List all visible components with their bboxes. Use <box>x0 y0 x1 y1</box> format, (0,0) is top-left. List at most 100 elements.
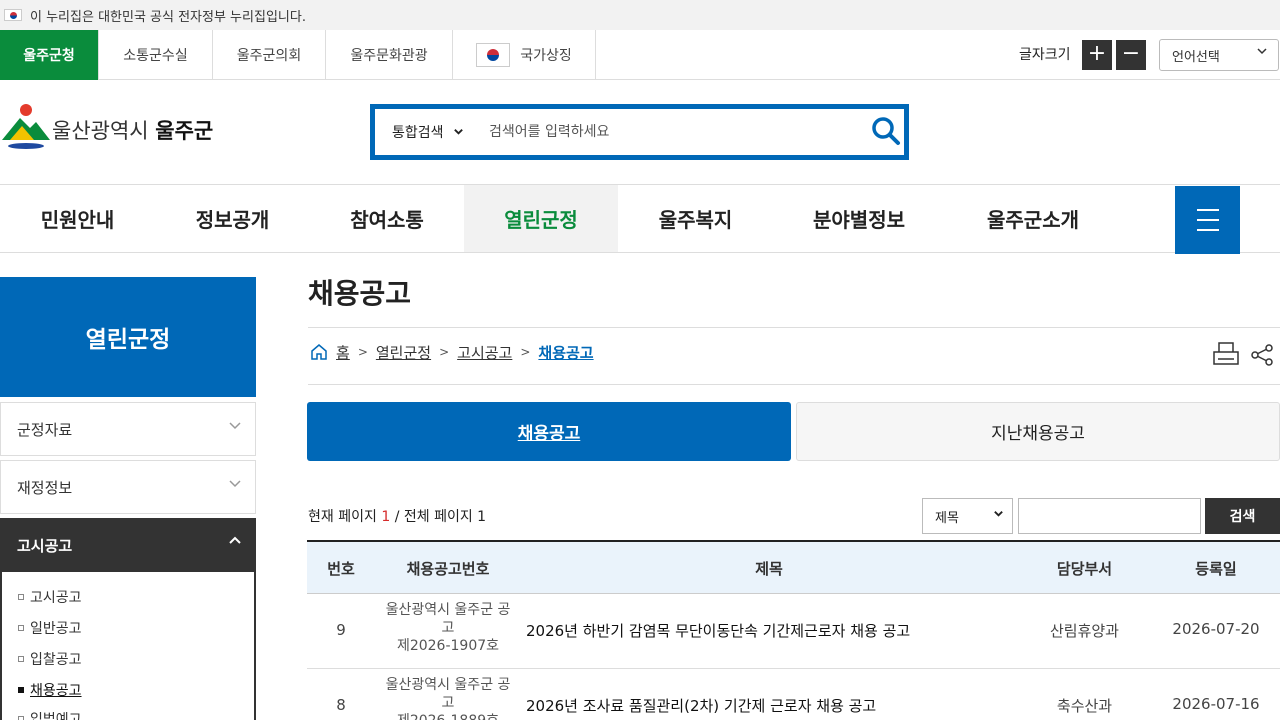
site-tab-label: 울주군청 <box>23 48 75 64</box>
site-tab-national-symbol[interactable]: 국가상징 <box>453 30 596 80</box>
post-number-line: 제2026-1907호 <box>396 638 500 654</box>
site-tab-label: 소통군수실 <box>123 48 188 64</box>
integrated-search: 통합검색 <box>370 104 909 160</box>
site-tab-mayor[interactable]: 소통군수실 <box>99 30 213 80</box>
cell-title-link[interactable]: 2026년 하반기 감염목 무단이동단속 기간제근로자 채용 공고 <box>526 620 910 641</box>
site-tabs: 울주군청 소통군수실 울주군의회 울주문화관광 국가상징 <box>0 30 596 80</box>
korea-flag-icon <box>476 43 511 67</box>
lnb-item-admin-data[interactable]: 군정자료 <box>0 402 256 456</box>
search-scope-select[interactable]: 통합검색 <box>392 122 464 142</box>
breadcrumb-separator-icon: > <box>439 345 450 359</box>
lnb-item-notices[interactable]: 고시공고 <box>0 518 256 572</box>
divider <box>308 327 1280 328</box>
table-header: 번호 채용공고번호 제목 담당부서 등록일 <box>307 540 1280 594</box>
gnb-item-about[interactable]: 울주군소개 <box>945 185 1121 252</box>
gnb-item-info[interactable]: 정보공개 <box>155 185 310 252</box>
post-number-line: 제2026-1889호 <box>373 712 523 720</box>
lnb-item-label: 재정정보 <box>17 479 73 497</box>
gnb-item-field-info[interactable]: 분야별정보 <box>773 185 945 252</box>
total-page-number: 1 <box>477 509 487 525</box>
share-icon[interactable] <box>1250 343 1274 367</box>
tab-past-recruit[interactable]: 지난채용공고 <box>796 402 1280 461</box>
site-logo[interactable]: 울산광역시 울주군 <box>0 102 220 152</box>
chevron-down-icon <box>229 422 241 430</box>
breadcrumb-level2[interactable]: 고시공고 <box>457 342 512 363</box>
current-page-number: 1 <box>381 509 391 525</box>
gov-banner-text[interactable]: 이 누리집은 대한민국 공식 전자정부 누리집입니다. <box>30 6 306 25</box>
gnb-item-participation[interactable]: 참여소통 <box>310 185 464 252</box>
page-info-prefix: 현재 페이지 <box>308 509 377 525</box>
breadcrumb-home[interactable]: 홈 <box>336 342 350 363</box>
column-header-number: 번호 <box>327 560 355 578</box>
logo-name: 울주군 <box>155 119 214 143</box>
site-tab-culture[interactable]: 울주문화관광 <box>326 30 453 80</box>
cell-title-link[interactable]: 2026년 조사료 품질관리(2차) 기간제 근로자 채용 공고 <box>526 695 876 716</box>
column-header-department: 담당부서 <box>1056 560 1113 578</box>
logo-region: 울산광역시 <box>52 119 149 143</box>
board-search-button[interactable]: 검색 <box>1205 498 1280 534</box>
search-icon[interactable] <box>871 116 901 146</box>
cell-number: 8 <box>336 696 346 714</box>
page-info-separator: / 전체 페이지 <box>394 509 473 525</box>
cell-number: 9 <box>336 621 346 639</box>
gnb-item-welfare[interactable]: 울주복지 <box>618 185 773 252</box>
divider <box>308 384 1280 385</box>
site-tab-label: 울주군의회 <box>236 48 302 64</box>
lnb-sub-item-general[interactable]: 일반공고 <box>18 618 82 638</box>
site-tab-ulju[interactable]: 울주군청 <box>0 30 99 80</box>
cell-date: 2026-07-20 <box>1172 620 1260 638</box>
search-scope-label: 통합검색 <box>392 125 444 141</box>
tab-recruit[interactable]: 채용공고 <box>307 402 791 461</box>
lnb-sub-item-legislation[interactable]: 입법예고 <box>18 709 82 720</box>
cell-date: 2026-07-16 <box>1172 695 1260 713</box>
site-tab-label: 울주문화관광 <box>350 48 428 64</box>
gnb-item-civil[interactable]: 민원안내 <box>0 185 155 252</box>
cell-post-number: 울산광역시 울주군 공 고 제2026-1889호 <box>373 676 523 720</box>
search-field-select[interactable]: 제목 <box>922 498 1013 534</box>
lnb-sub-item-recruit[interactable]: 채용공고 <box>18 680 82 700</box>
gnb-item-open-admin[interactable]: 열린군정 <box>464 185 618 252</box>
gov-banner: 이 누리집은 대한민국 공식 전자정부 누리집입니다. <box>0 0 1280 30</box>
lnb-title: 열린군정 <box>0 277 256 397</box>
lnb-item-finance[interactable]: 재정정보 <box>0 460 256 514</box>
cell-department: 축수산과 <box>1056 697 1113 715</box>
search-input[interactable] <box>489 117 849 147</box>
lnb-sub-item-notice[interactable]: 고시공고 <box>18 587 82 607</box>
ulju-logo-icon <box>2 104 50 149</box>
font-decrease-button[interactable]: − <box>1116 40 1146 70</box>
site-tab-council[interactable]: 울주군의회 <box>213 30 326 80</box>
chevron-down-icon <box>450 126 465 140</box>
board-search-input[interactable] <box>1018 498 1201 534</box>
page-title: 채용공고 <box>308 277 412 310</box>
breadcrumb-level1[interactable]: 열린군정 <box>376 342 431 363</box>
lnb-sub-item-bid[interactable]: 입찰공고 <box>18 649 82 669</box>
breadcrumb-separator-icon: > <box>357 345 368 359</box>
table-row[interactable]: 8 울산광역시 울주군 공 고 제2026-1889호 2026년 조사료 품질… <box>307 669 1280 720</box>
cell-post-number: 울산광역시 울주군 공 고 제2026-1907호 <box>373 601 523 655</box>
main-navigation: 민원안내 정보공개 참여소통 열린군정 울주복지 분야별정보 울주군소개 <box>0 184 1280 254</box>
breadcrumb-separator-icon: > <box>520 345 531 359</box>
language-select[interactable]: 언어선택 <box>1159 39 1279 71</box>
font-increase-button[interactable]: + <box>1082 40 1112 70</box>
print-icon[interactable] <box>1212 340 1240 368</box>
chevron-down-icon <box>229 480 241 488</box>
korea-flag-icon <box>4 9 22 21</box>
column-header-post-number: 채용공고번호 <box>406 560 490 578</box>
post-number-line: 고 <box>441 695 455 711</box>
breadcrumb: 홈 > 열린군정 > 고시공고 > 채용공고 <box>310 340 594 364</box>
all-menu-button[interactable] <box>1175 186 1240 254</box>
table-row[interactable]: 9 울산광역시 울주군 공 고 제2026-1907호 2026년 하반기 감염… <box>307 594 1280 669</box>
language-select-label: 언어선택 <box>1172 50 1220 65</box>
chevron-down-icon <box>1256 45 1268 61</box>
home-icon[interactable] <box>310 343 328 361</box>
cell-department: 산림휴양과 <box>1049 622 1119 640</box>
chevron-down-icon <box>993 508 1004 522</box>
utility-bar: 울주군청 소통군수실 울주군의회 울주문화관광 국가상징 글자크기 + − 언어… <box>0 30 1280 80</box>
site-tab-label: 국가상징 <box>520 48 572 64</box>
post-number-line: 울산광역시 울주군 공 <box>385 677 511 693</box>
font-size-label: 글자크기 <box>1019 47 1071 63</box>
chevron-up-icon <box>229 536 241 544</box>
logo-text: 울산광역시 울주군 <box>52 115 213 145</box>
lnb-item-label: 군정자료 <box>17 421 73 439</box>
breadcrumb-current[interactable]: 채용공고 <box>538 342 593 363</box>
